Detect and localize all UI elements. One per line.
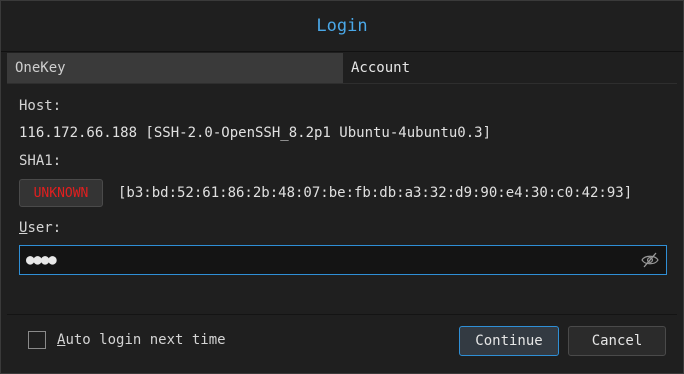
account-panel: Host: 116.172.66.188 [SSH-2.0-OpenSSH_8.… — [7, 83, 677, 366]
password-mask: ●●●● — [26, 252, 57, 268]
tab-bar: OneKey Account — [7, 53, 677, 83]
tab-onekey[interactable]: OneKey — [7, 53, 343, 83]
host-label: Host: — [19, 98, 62, 114]
auto-login-label-rest: uto login next time — [65, 332, 226, 348]
dialog-title: Login — [316, 16, 368, 36]
login-dialog: Login OneKey Account Host: 116.172.66.18… — [0, 0, 684, 374]
user-label: User: — [19, 220, 61, 236]
continue-button[interactable]: Continue — [459, 326, 559, 356]
auto-login-checkbox[interactable] — [28, 331, 46, 349]
eye-slash-icon[interactable] — [641, 252, 659, 268]
sha1-fingerprint: [b3:bd:52:61:86:2b:48:07:be:fb:db:a3:32:… — [118, 185, 633, 201]
auto-login-label[interactable]: Auto login next time — [57, 332, 226, 348]
tab-account[interactable]: Account — [343, 53, 677, 83]
fingerprint-status-badge: UNKNOWN — [19, 179, 103, 207]
cancel-button[interactable]: Cancel — [568, 326, 666, 356]
sha1-label: SHA1: — [19, 153, 62, 169]
user-password-field[interactable]: ●●●● — [19, 245, 667, 275]
user-label-rest: ser: — [27, 220, 62, 236]
title-bar: Login — [1, 1, 683, 52]
footer-divider — [7, 314, 677, 315]
host-value: 116.172.66.188 [SSH-2.0-OpenSSH_8.2p1 Ub… — [19, 125, 492, 141]
